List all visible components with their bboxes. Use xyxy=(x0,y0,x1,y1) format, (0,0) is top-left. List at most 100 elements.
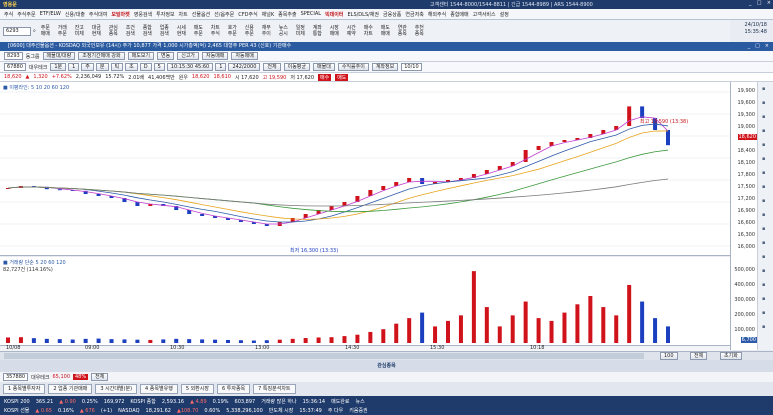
zoom-field[interactable]: 100 xyxy=(660,352,678,360)
menu-item[interactable]: ETF/ELW xyxy=(40,11,61,17)
view-button[interactable]: 수익률추이 xyxy=(337,63,369,71)
volume-bar[interactable] xyxy=(562,312,567,343)
volume-bar[interactable] xyxy=(277,339,282,343)
option-button[interactable]: 신고가 xyxy=(177,52,200,60)
toolbar-button[interactable]: 일정 미체 xyxy=(293,25,308,37)
volume-bar[interactable] xyxy=(342,336,347,343)
toolbar-button[interactable]: 업종 검색 xyxy=(157,25,172,37)
menu-item[interactable]: 설정 xyxy=(500,11,509,18)
volume-bar[interactable] xyxy=(109,339,114,343)
bottom-tab[interactable]: 7 특징분석차트 xyxy=(253,384,296,394)
volume-bar[interactable] xyxy=(264,340,269,343)
toolbar-button[interactable]: 매수 차트 xyxy=(361,25,376,37)
tool-icon[interactable]: ▪ xyxy=(762,142,765,148)
period-field[interactable]: 1 xyxy=(68,63,80,71)
volume-bar[interactable] xyxy=(57,339,62,343)
volume-bar[interactable] xyxy=(536,318,541,343)
code-input[interactable]: 8293 xyxy=(4,52,23,60)
tool-icon[interactable]: ▪ xyxy=(762,212,765,218)
tool-icon[interactable]: ▪ xyxy=(762,86,765,92)
period-field[interactable]: 초 xyxy=(125,63,138,71)
toolbar-button[interactable]: 거래 주문 xyxy=(55,25,70,37)
volume-bar[interactable] xyxy=(433,326,438,343)
menu-item[interactable]: 연금저축 xyxy=(405,11,423,18)
candle[interactable] xyxy=(640,106,645,118)
code-input[interactable]: 357880 xyxy=(3,373,29,381)
toolbar-button[interactable]: 매도 주문 xyxy=(191,25,206,37)
volume-bar[interactable] xyxy=(18,337,23,343)
tool-icon[interactable]: ▪ xyxy=(762,170,765,176)
reset-button[interactable]: 초기화 xyxy=(720,352,742,360)
toolbar-button[interactable]: 재무 추이 xyxy=(259,25,274,37)
volume-bar[interactable] xyxy=(588,296,593,343)
tool-icon[interactable]: ▪ xyxy=(762,268,765,274)
toolbar-button[interactable]: 연관 종목 xyxy=(395,25,410,37)
volume-bar[interactable] xyxy=(316,337,321,343)
period-field[interactable]: 주 xyxy=(81,63,94,71)
volume-bar[interactable] xyxy=(200,339,205,343)
menu-item[interactable]: 고객서비스 xyxy=(473,11,496,18)
volume-bar[interactable] xyxy=(484,307,489,343)
option-button[interactable]: 조정기간매매 강화 xyxy=(78,52,125,60)
menu-item[interactable]: 해외주식 xyxy=(428,11,446,18)
period-field[interactable]: 10:15:30 45:60 xyxy=(166,63,214,71)
menu-item[interactable]: 선/옵주문 xyxy=(214,11,234,18)
volume-bar[interactable] xyxy=(122,339,127,343)
view-button[interactable]: 전체 xyxy=(263,63,281,71)
toolbar-button[interactable]: 매도 매매 xyxy=(378,25,393,37)
toolbar-button[interactable]: 뉴스 공시 xyxy=(276,25,291,37)
menu-item[interactable]: CFD주식 xyxy=(238,11,257,18)
volume-bar[interactable] xyxy=(627,284,632,343)
toolbar-button[interactable]: 계좌 통합 xyxy=(310,25,325,37)
scroll-thumb[interactable] xyxy=(4,353,644,359)
toolbar-button[interactable]: 대금 현재 xyxy=(89,25,104,37)
tool-icon[interactable]: ▪ xyxy=(762,226,765,232)
menu-item[interactable]: 주식대여 xyxy=(89,11,107,18)
tool-icon[interactable]: ▪ xyxy=(762,310,765,316)
toolbar-button[interactable]: 추천 종목 xyxy=(412,25,427,37)
menu-item[interactable]: ELS/DLS/채권 xyxy=(348,11,380,18)
volume-bar[interactable] xyxy=(601,307,606,343)
volume-bar[interactable] xyxy=(420,312,425,343)
volume-bar[interactable] xyxy=(471,271,476,343)
menu-item[interactable]: 차트 xyxy=(179,11,188,18)
menu-item[interactable]: 영웅검색 xyxy=(134,11,152,18)
period-field[interactable]: 1분 xyxy=(50,63,67,71)
candle[interactable] xyxy=(407,178,412,182)
option-button[interactable]: 자동매매 xyxy=(231,52,258,60)
tool-icon[interactable]: ▪ xyxy=(762,100,765,106)
tool-icon[interactable]: ▪ xyxy=(762,128,765,134)
volume-bar[interactable] xyxy=(394,323,399,343)
option-button[interactable]: 자동매매 xyxy=(202,52,229,60)
volume-bar[interactable] xyxy=(31,338,36,343)
tool-icon[interactable]: ▪ xyxy=(762,254,765,260)
volume-bar[interactable] xyxy=(355,334,360,343)
volume-bar[interactable] xyxy=(510,315,515,343)
toolbar-button[interactable]: 신용 주문 xyxy=(242,25,257,37)
volume-bar[interactable] xyxy=(83,338,88,343)
bottom-tab[interactable]: 5 외환시장 xyxy=(180,384,214,394)
bottom-tab[interactable]: 1 종목별투자자 xyxy=(3,384,46,394)
toolbar-button[interactable]: 시장 매매 xyxy=(327,25,342,37)
period-field[interactable]: 5 xyxy=(153,63,165,71)
volume-bar[interactable] xyxy=(6,337,10,343)
volume-bar[interactable] xyxy=(523,301,528,343)
maximize-icon[interactable]: □ xyxy=(755,42,760,51)
view-all-button[interactable]: 전체 xyxy=(91,373,109,381)
menu-item[interactable]: 종합매매 xyxy=(450,11,468,18)
candle[interactable] xyxy=(627,106,632,126)
bottom-tab[interactable]: 6 투자종목 xyxy=(216,384,251,394)
period-field[interactable]: 틱 xyxy=(110,63,124,71)
toolbar-button[interactable]: 조건 검색 xyxy=(123,25,138,37)
candle[interactable] xyxy=(536,146,541,150)
tool-icon[interactable]: ▪ xyxy=(762,324,765,330)
volume-bar[interactable] xyxy=(381,329,386,343)
volume-bar[interactable] xyxy=(640,301,645,343)
volume-bar[interactable] xyxy=(44,338,49,343)
tool-icon[interactable]: ▪ xyxy=(762,296,765,302)
menu-item[interactable]: 투자정보 xyxy=(156,11,174,18)
volume-bar[interactable] xyxy=(161,339,166,343)
menu-item[interactable]: 선물옵션 xyxy=(192,11,210,18)
option-button[interactable]: 매도보기 xyxy=(127,52,155,60)
candle[interactable] xyxy=(381,186,386,190)
